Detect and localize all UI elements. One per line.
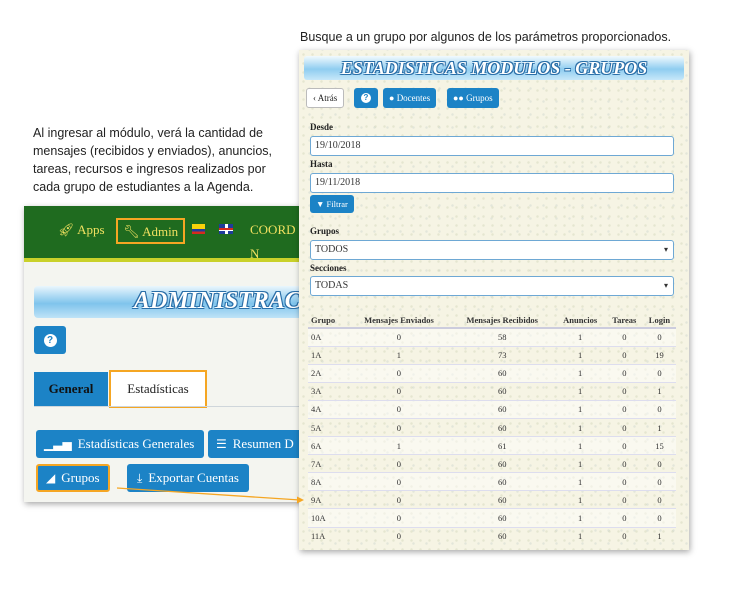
arrow-head	[297, 496, 304, 504]
arrow-line	[116, 487, 301, 501]
arrow-connector	[116, 487, 304, 504]
